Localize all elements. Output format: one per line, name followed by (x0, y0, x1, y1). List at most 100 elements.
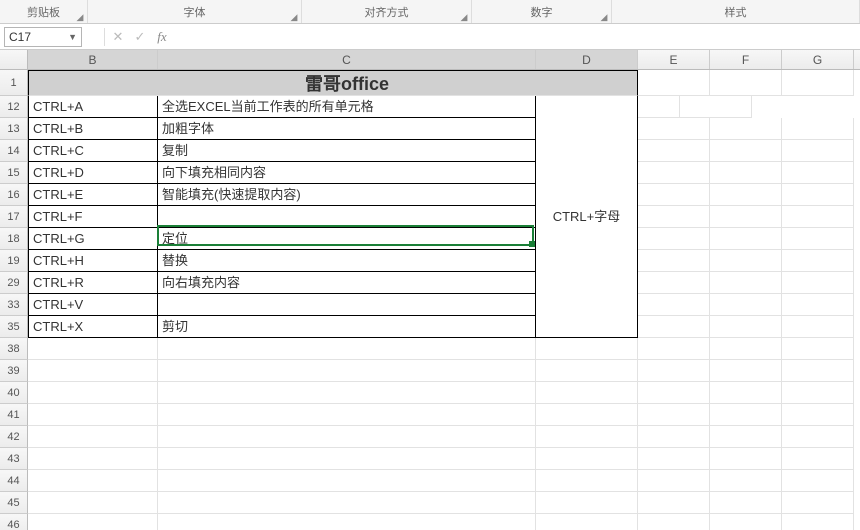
cell[interactable]: CTRL+F (28, 206, 158, 228)
cell[interactable] (782, 70, 854, 96)
cell[interactable] (28, 492, 158, 514)
cell[interactable] (638, 162, 710, 184)
cell[interactable]: CTRL+V (28, 294, 158, 316)
row-header[interactable]: 16 (0, 184, 28, 206)
cell[interactable] (536, 360, 638, 382)
row-header[interactable]: 33 (0, 294, 28, 316)
cell[interactable] (782, 404, 854, 426)
cell[interactable]: 向下填充相同内容 (158, 162, 536, 184)
cell[interactable] (782, 250, 854, 272)
cell[interactable] (638, 360, 710, 382)
cell[interactable] (710, 294, 782, 316)
cell[interactable] (782, 382, 854, 404)
row-header[interactable]: 15 (0, 162, 28, 184)
row-header[interactable]: 40 (0, 382, 28, 404)
cell[interactable] (158, 514, 536, 530)
cell[interactable] (710, 448, 782, 470)
dialog-launcher-icon[interactable]: ◢ (599, 12, 609, 22)
chevron-down-icon[interactable]: ▼ (68, 32, 77, 42)
row-header[interactable]: 43 (0, 448, 28, 470)
cell[interactable] (158, 448, 536, 470)
ribbon-group-alignment[interactable]: 对齐方式 ◢ (302, 0, 472, 23)
cell[interactable] (158, 492, 536, 514)
cell[interactable] (782, 272, 854, 294)
cell[interactable] (536, 470, 638, 492)
cell[interactable] (782, 426, 854, 448)
cell[interactable] (782, 338, 854, 360)
merged-title-cell[interactable]: 雷哥office (158, 70, 536, 96)
cell[interactable] (536, 492, 638, 514)
cell[interactable] (638, 426, 710, 448)
row-header[interactable]: 29 (0, 272, 28, 294)
cell[interactable] (782, 140, 854, 162)
select-all-corner[interactable] (0, 50, 28, 69)
merged-title-cell[interactable] (536, 70, 638, 96)
cell[interactable] (782, 360, 854, 382)
cell[interactable] (782, 162, 854, 184)
row-header[interactable]: 19 (0, 250, 28, 272)
cell[interactable] (638, 228, 710, 250)
cell[interactable] (680, 96, 752, 118)
cell[interactable]: CTRL+A (28, 96, 158, 118)
cell[interactable] (710, 492, 782, 514)
cell[interactable]: CTRL+C (28, 140, 158, 162)
cell[interactable] (638, 250, 710, 272)
row-header[interactable]: 39 (0, 360, 28, 382)
row-header[interactable]: 13 (0, 118, 28, 140)
cell[interactable] (710, 272, 782, 294)
cell[interactable] (638, 206, 710, 228)
cell[interactable] (638, 140, 710, 162)
row-header[interactable]: 18 (0, 228, 28, 250)
cancel-icon[interactable]: ✕ (107, 27, 129, 47)
row-header[interactable]: 41 (0, 404, 28, 426)
row-header[interactable]: 17 (0, 206, 28, 228)
cell[interactable]: CTRL+G (28, 228, 158, 250)
cell[interactable] (638, 294, 710, 316)
cell[interactable] (28, 514, 158, 530)
cell[interactable] (536, 448, 638, 470)
cell[interactable] (28, 404, 158, 426)
cell[interactable] (782, 228, 854, 250)
worksheet-grid[interactable]: B C D E F G 1雷哥office12CTRL+A全选EXCEL当前工作… (0, 50, 860, 530)
cell[interactable] (158, 382, 536, 404)
row-header[interactable]: 38 (0, 338, 28, 360)
ribbon-group-font[interactable]: 字体 ◢ (88, 0, 302, 23)
cell[interactable] (638, 404, 710, 426)
merged-title-cell[interactable] (28, 70, 158, 96)
column-header[interactable]: G (782, 50, 854, 69)
cell[interactable] (158, 426, 536, 448)
cell[interactable] (536, 404, 638, 426)
cell[interactable] (536, 514, 638, 530)
cell[interactable] (158, 360, 536, 382)
row-header[interactable]: 12 (0, 96, 28, 118)
cell[interactable] (782, 470, 854, 492)
cell[interactable] (158, 206, 536, 228)
row-header[interactable]: 44 (0, 470, 28, 492)
cell[interactable]: CTRL+E (28, 184, 158, 206)
cell[interactable]: 复制 (158, 140, 536, 162)
cell[interactable] (158, 404, 536, 426)
cell[interactable] (710, 250, 782, 272)
cell[interactable] (782, 206, 854, 228)
cell[interactable] (638, 184, 710, 206)
dialog-launcher-icon[interactable]: ◢ (459, 12, 469, 22)
dialog-launcher-icon[interactable]: ◢ (289, 12, 299, 22)
row-header[interactable]: 45 (0, 492, 28, 514)
column-header[interactable]: E (638, 50, 710, 69)
row-header[interactable]: 42 (0, 426, 28, 448)
cell[interactable]: CTRL+R (28, 272, 158, 294)
cell[interactable] (710, 206, 782, 228)
cell[interactable] (536, 426, 638, 448)
cell[interactable] (638, 70, 710, 96)
cell[interactable] (782, 294, 854, 316)
column-header[interactable]: D (536, 50, 638, 69)
cell[interactable] (28, 448, 158, 470)
cell[interactable] (710, 514, 782, 530)
cell[interactable] (536, 382, 638, 404)
cell[interactable] (710, 228, 782, 250)
cell[interactable] (710, 404, 782, 426)
cell[interactable] (710, 184, 782, 206)
cell[interactable]: 加粗字体 (158, 118, 536, 140)
formula-input[interactable] (173, 27, 856, 47)
cell[interactable]: CTRL+B (28, 118, 158, 140)
